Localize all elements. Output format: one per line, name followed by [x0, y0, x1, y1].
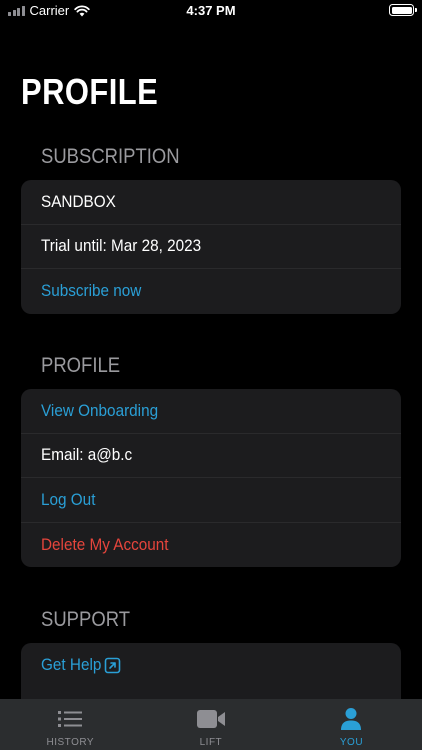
- cellular-signal-icon: [8, 5, 25, 16]
- email-text: Email: a@b.c: [41, 445, 133, 465]
- support-section-header: SUPPORT: [41, 608, 131, 631]
- video-camera-icon: [196, 707, 226, 731]
- subscribe-now-label: Subscribe now: [41, 281, 142, 301]
- subscription-card: SANDBOX Trial until: Mar 28, 2023 Subscr…: [21, 180, 401, 314]
- log-out-label: Log Out: [41, 489, 96, 509]
- tab-you[interactable]: YOU: [281, 699, 422, 750]
- profile-section-header: PROFILE: [41, 354, 121, 377]
- subscription-section-header: SUBSCRIPTION: [41, 145, 180, 168]
- email-row: Email: a@b.c: [21, 434, 401, 478]
- delete-account-label: Delete My Account: [41, 534, 169, 554]
- page-title: PROFILE: [21, 71, 159, 112]
- person-icon: [340, 707, 362, 731]
- tab-lift-label: LIFT: [199, 737, 223, 748]
- subscription-plan-row: SANDBOX: [21, 180, 401, 225]
- tab-lift[interactable]: LIFT: [141, 699, 282, 750]
- tab-history[interactable]: HISTORY: [0, 699, 141, 750]
- view-onboarding-label: View Onboarding: [41, 400, 159, 420]
- external-link-icon: [104, 657, 121, 674]
- profile-card: View Onboarding Email: a@b.c Log Out Del…: [21, 389, 401, 567]
- trial-row: Trial until: Mar 28, 2023: [21, 225, 401, 269]
- trial-until-text: Trial until: Mar 28, 2023: [41, 236, 202, 256]
- battery-icon: [389, 4, 417, 16]
- wifi-icon: [74, 4, 90, 16]
- tab-bar: HISTORY LIFT YOU: [0, 699, 422, 750]
- view-onboarding-button[interactable]: View Onboarding: [21, 389, 401, 434]
- delete-account-button[interactable]: Delete My Account: [21, 523, 401, 568]
- log-out-button[interactable]: Log Out: [21, 478, 401, 523]
- get-help-label: Get Help: [41, 655, 102, 675]
- tab-history-label: HISTORY: [46, 737, 95, 748]
- subscription-plan: SANDBOX: [41, 191, 116, 211]
- subscribe-now-button[interactable]: Subscribe now: [21, 269, 401, 314]
- status-left: Carrier: [8, 3, 90, 18]
- tab-you-label: YOU: [339, 737, 364, 748]
- get-help-button[interactable]: Get Help: [21, 643, 401, 688]
- status-bar: Carrier 4:37 PM: [0, 0, 422, 24]
- list-icon: [57, 707, 83, 731]
- carrier-label: Carrier: [29, 3, 70, 18]
